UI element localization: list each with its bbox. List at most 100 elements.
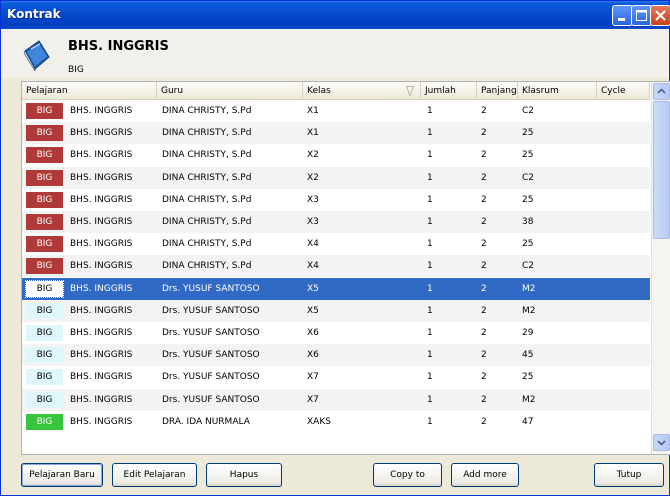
close-icon xyxy=(655,10,666,21)
cell-class: X6 xyxy=(307,350,319,360)
table-row[interactable]: BIG BHS. INGGRIS Drs. YUSUF SANTOSO X7 1 2 25 xyxy=(22,366,650,388)
scroll-thumb[interactable] xyxy=(653,101,670,239)
cell-room: 25 xyxy=(522,128,534,138)
cell-teacher: DINA CHRISTY, S.Pd xyxy=(162,106,252,116)
subject-code-badge: BIG xyxy=(26,325,63,341)
cell-room: 25 xyxy=(522,372,534,382)
cell-class: X7 xyxy=(307,372,319,382)
cell-subject: BHS. INGGRIS xyxy=(70,395,133,405)
scroll-up-button[interactable] xyxy=(653,83,670,100)
vertical-scrollbar[interactable] xyxy=(651,82,670,454)
cell-teacher: Drs. YUSUF SANTOSO xyxy=(162,306,260,316)
close-button[interactable] xyxy=(650,5,670,26)
table-row[interactable]: BIG BHS. INGGRIS DINA CHRISTY, S.Pd X3 1 2 25 xyxy=(22,189,650,211)
cell-class: X2 xyxy=(307,150,319,160)
cell-jumlah: 1 xyxy=(427,217,433,227)
cell-teacher: DRA. IDA NURMALA xyxy=(162,417,250,427)
hapus-button[interactable]: Hapus xyxy=(206,463,282,487)
subject-title: BHS. INGGRIS xyxy=(68,39,169,54)
cell-jumlah: 1 xyxy=(427,239,433,249)
cell-teacher: DINA CHRISTY, S.Pd xyxy=(162,173,252,183)
cell-subject: BHS. INGGRIS xyxy=(70,350,133,360)
add-more-button[interactable]: Add more xyxy=(451,463,519,487)
subject-code-badge: BIG xyxy=(26,258,63,274)
kontrak-window: Kontrak BHS. INGGRIS BIG Pelajaran Guru … xyxy=(0,0,670,496)
cell-room: M2 xyxy=(522,284,536,294)
table-row[interactable]: BIG BHS. INGGRIS Drs. YUSUF SANTOSO X5 1 2 M2 xyxy=(22,278,650,300)
cell-room: 45 xyxy=(522,350,534,360)
subject-code-badge: BIG xyxy=(26,369,63,385)
table-row[interactable]: BIG BHS. INGGRIS DINA CHRISTY, S.Pd X2 1 2 C2 xyxy=(22,167,650,189)
cell-class: X5 xyxy=(307,306,319,316)
pelajaran-baru-button[interactable]: Pelajaran Baru xyxy=(21,463,103,487)
cell-panjang: 2 xyxy=(481,106,487,116)
cell-subject: BHS. INGGRIS xyxy=(70,417,133,427)
column-header-pelajaran[interactable]: Pelajaran xyxy=(22,82,157,100)
cell-panjang: 2 xyxy=(481,261,487,271)
subject-code-badge: BIG xyxy=(26,414,63,430)
cell-jumlah: 1 xyxy=(427,417,433,427)
column-header-klasrum[interactable]: Klasrum xyxy=(518,82,597,100)
table-row[interactable]: BIG BHS. INGGRIS DINA CHRISTY, S.Pd X4 1 2 C2 xyxy=(22,255,650,277)
maximize-button[interactable] xyxy=(631,5,652,26)
cell-jumlah: 1 xyxy=(427,395,433,405)
subject-code-badge: BIG xyxy=(26,147,63,163)
table-row[interactable]: BIG BHS. INGGRIS DINA CHRISTY, S.Pd X1 1 2 25 xyxy=(22,122,650,144)
column-header-kelas[interactable]: Kelas xyxy=(303,82,421,100)
table-header: Pelajaran Guru Kelas Jumlah Panjang Klas… xyxy=(22,82,650,100)
cell-room: 38 xyxy=(522,217,534,227)
cell-teacher: DINA CHRISTY, S.Pd xyxy=(162,239,252,249)
cell-panjang: 2 xyxy=(481,284,487,294)
scroll-down-button[interactable] xyxy=(653,434,670,451)
table-row[interactable]: BIG BHS. INGGRIS Drs. YUSUF SANTOSO X7 1 2 M2 xyxy=(22,389,650,411)
column-header-jumlah[interactable]: Jumlah xyxy=(421,82,477,100)
table-row[interactable]: BIG BHS. INGGRIS Drs. YUSUF SANTOSO X6 1 2 29 xyxy=(22,322,650,344)
cell-subject: BHS. INGGRIS xyxy=(70,372,133,382)
book-icon xyxy=(23,40,50,71)
table-row[interactable]: BIG BHS. INGGRIS DRA. IDA NURMALA XAKS 1 2 47 xyxy=(22,411,650,433)
maximize-icon xyxy=(636,10,647,21)
cell-teacher: DINA CHRISTY, S.Pd xyxy=(162,128,252,138)
minimize-icon xyxy=(618,18,625,21)
cell-subject: BHS. INGGRIS xyxy=(70,239,133,249)
cell-teacher: DINA CHRISTY, S.Pd xyxy=(162,217,252,227)
minimize-button[interactable] xyxy=(612,5,633,26)
cell-teacher: Drs. YUSUF SANTOSO xyxy=(162,328,260,338)
column-header-guru[interactable]: Guru xyxy=(157,82,303,100)
copy-to-button[interactable]: Copy to xyxy=(373,463,442,487)
cell-subject: BHS. INGGRIS xyxy=(70,217,133,227)
column-header-panjang[interactable]: Panjang xyxy=(477,82,518,100)
subject-code-badge: BIG xyxy=(26,125,63,141)
cell-class: X4 xyxy=(307,261,319,271)
cell-room: 29 xyxy=(522,328,534,338)
cell-room: 25 xyxy=(522,150,534,160)
table-row[interactable]: BIG BHS. INGGRIS Drs. YUSUF SANTOSO X5 1 2 M2 xyxy=(22,300,650,322)
table-row[interactable]: BIG BHS. INGGRIS DINA CHRISTY, S.Pd X1 1 2 C2 xyxy=(22,100,650,122)
tutup-button[interactable]: Tutup xyxy=(594,463,664,487)
table-row[interactable]: BIG BHS. INGGRIS DINA CHRISTY, S.Pd X2 1 2 25 xyxy=(22,144,650,166)
table-row[interactable]: BIG BHS. INGGRIS DINA CHRISTY, S.Pd X4 1 2 25 xyxy=(22,233,650,255)
cell-jumlah: 1 xyxy=(427,350,433,360)
cell-panjang: 2 xyxy=(481,328,487,338)
kontrak-table[interactable]: Pelajaran Guru Kelas Jumlah Panjang Klas… xyxy=(21,81,670,455)
subject-code-badge: BIG xyxy=(26,236,63,252)
cell-jumlah: 1 xyxy=(427,328,433,338)
sort-icon xyxy=(406,86,414,96)
subject-code: BIG xyxy=(68,65,84,75)
cell-class: X5 xyxy=(307,284,319,294)
cell-panjang: 2 xyxy=(481,239,487,249)
table-row[interactable]: BIG BHS. INGGRIS Drs. YUSUF SANTOSO X6 1 2 45 xyxy=(22,344,650,366)
table-row[interactable]: BIG BHS. INGGRIS DINA CHRISTY, S.Pd X3 1 2 38 xyxy=(22,211,650,233)
title-bar[interactable]: Kontrak xyxy=(1,1,670,29)
subject-code-badge: BIG xyxy=(25,280,64,298)
cell-class: X1 xyxy=(307,106,319,116)
cell-class: X7 xyxy=(307,395,319,405)
edit-pelajaran-button[interactable]: Edit Pelajaran xyxy=(112,463,197,487)
cell-room: C2 xyxy=(522,106,535,116)
subject-code-badge: BIG xyxy=(26,103,63,119)
cell-teacher: Drs. YUSUF SANTOSO xyxy=(162,284,260,294)
column-header-cycle[interactable]: Cycle xyxy=(597,82,650,100)
cell-subject: BHS. INGGRIS xyxy=(70,173,133,183)
cell-jumlah: 1 xyxy=(427,306,433,316)
cell-panjang: 2 xyxy=(481,217,487,227)
